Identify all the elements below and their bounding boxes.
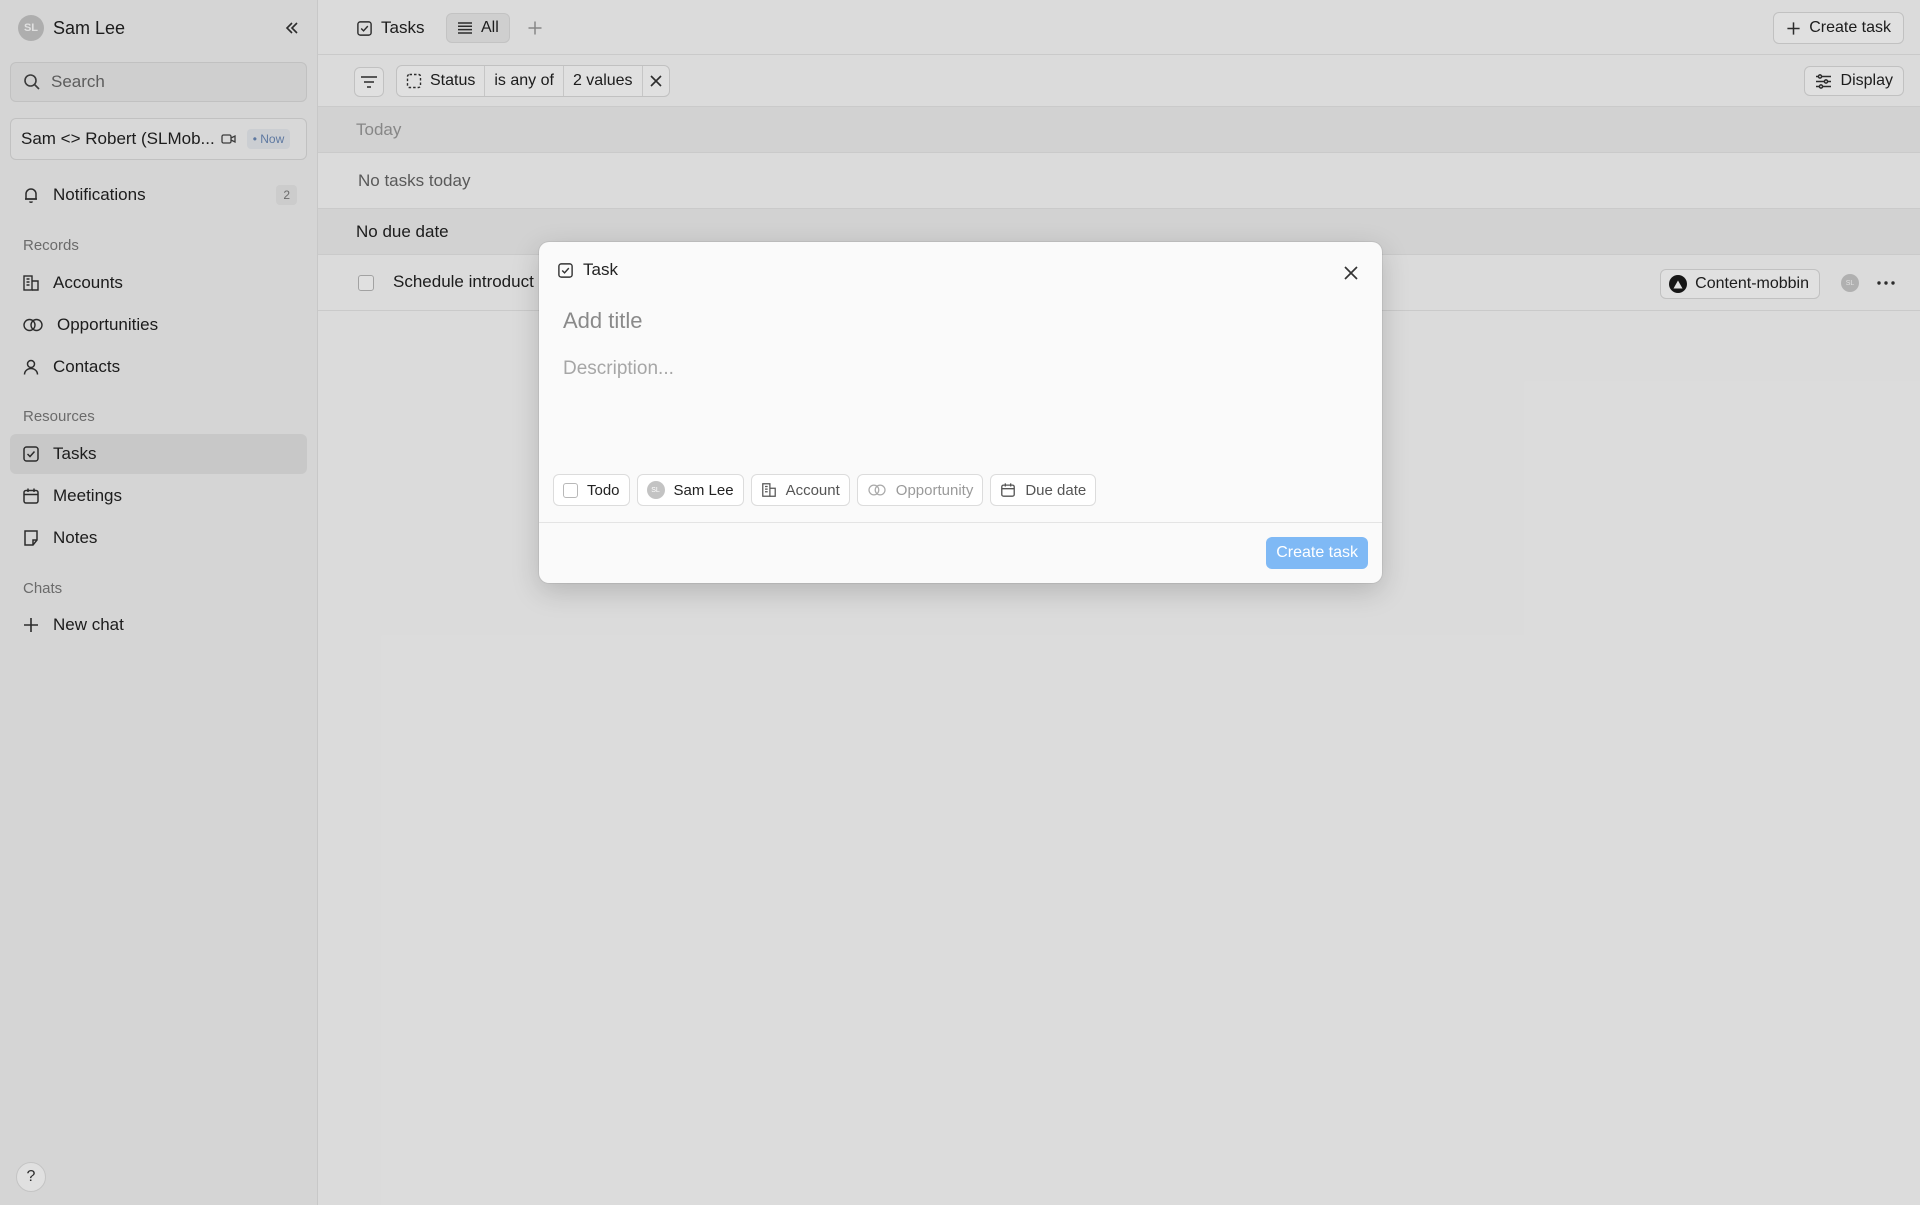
status-pill[interactable]: Todo xyxy=(553,474,630,506)
dialog-header: Task xyxy=(557,260,618,280)
assignee-pill[interactable]: SL Sam Lee xyxy=(636,474,744,506)
create-task-submit-button[interactable]: Create task xyxy=(1266,537,1368,569)
due-date-label: Due date xyxy=(1025,481,1087,499)
status-label: Todo xyxy=(587,481,620,499)
task-description-input[interactable]: Description... xyxy=(563,358,674,380)
status-checkbox-icon xyxy=(563,482,578,498)
task-title-input[interactable]: Add title xyxy=(563,308,643,334)
assignee-label: Sam Lee xyxy=(673,481,734,499)
dialog-title: Task xyxy=(583,260,618,279)
dialog-footer: Create task xyxy=(539,522,1382,583)
opportunity-pill[interactable]: Opportunity xyxy=(856,474,984,506)
modal-backdrop[interactable] xyxy=(0,0,1920,1205)
calendar-icon xyxy=(1000,482,1016,498)
building-icon xyxy=(761,482,777,498)
avatar: SL xyxy=(646,481,665,499)
due-date-pill[interactable]: Due date xyxy=(990,474,1097,506)
close-icon[interactable] xyxy=(1338,260,1364,286)
account-pill[interactable]: Account xyxy=(750,474,850,506)
opportunity-label: Opportunity xyxy=(895,481,974,499)
rings-icon xyxy=(867,482,887,498)
create-task-dialog: Task Add title Description... Todo SL Sa… xyxy=(539,242,1382,583)
checkbox-icon xyxy=(557,262,574,279)
task-properties: Todo SL Sam Lee Account Opportunity Due … xyxy=(553,474,1097,506)
account-label: Account xyxy=(785,481,840,499)
